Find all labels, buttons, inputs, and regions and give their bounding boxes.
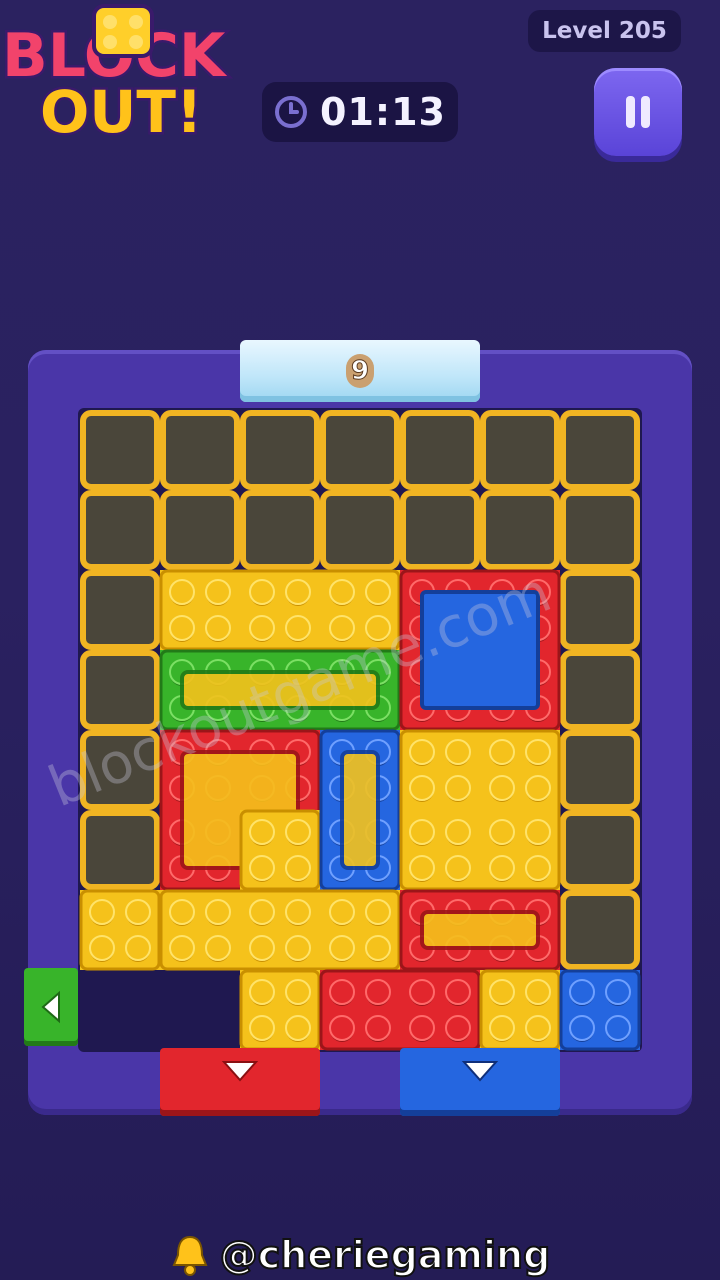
blue-bottom-exit bbox=[400, 1048, 560, 1116]
empty-cell bbox=[560, 570, 640, 650]
empty-cell bbox=[560, 490, 640, 570]
arrow-down-icon bbox=[461, 1061, 499, 1082]
empty-cell bbox=[320, 410, 400, 490]
empty-cell bbox=[80, 490, 160, 570]
block-yellow-small-b[interactable] bbox=[479, 969, 561, 1051]
empty-cell bbox=[160, 410, 240, 490]
creator-handle: @cheriegaming bbox=[219, 1232, 552, 1278]
empty-cell bbox=[240, 490, 320, 570]
empty-cell bbox=[320, 490, 400, 570]
empty-cell bbox=[560, 650, 640, 730]
block-blue-single[interactable] bbox=[559, 969, 641, 1051]
block-yellow-single-left[interactable] bbox=[79, 889, 161, 971]
bell-icon bbox=[172, 1235, 208, 1276]
empty-cell bbox=[80, 410, 160, 490]
block-yellow-bar-bottom[interactable] bbox=[159, 889, 401, 971]
empty-cell bbox=[400, 410, 480, 490]
empty-cell bbox=[160, 490, 240, 570]
empty-cell bbox=[80, 810, 160, 890]
empty-cell bbox=[560, 730, 640, 810]
empty-cell bbox=[560, 890, 640, 970]
empty-cell bbox=[480, 490, 560, 570]
empty-cell bbox=[560, 810, 640, 890]
block-blue-tall[interactable] bbox=[319, 729, 401, 891]
block-yellow-l-piece[interactable] bbox=[239, 809, 321, 891]
arrow-down-icon bbox=[221, 1061, 259, 1082]
empty-cell bbox=[400, 490, 480, 570]
green-left-exit bbox=[24, 968, 78, 1046]
block-yellow-small-a[interactable] bbox=[239, 969, 321, 1051]
empty-cell bbox=[240, 410, 320, 490]
footer: @cheriegaming bbox=[0, 1230, 720, 1280]
red-bottom-exit bbox=[160, 1048, 320, 1116]
block-red-bar-hollow[interactable] bbox=[399, 889, 561, 971]
block-yellow-square-big[interactable] bbox=[399, 729, 561, 891]
arrow-left-icon bbox=[41, 990, 60, 1024]
empty-cell bbox=[80, 570, 160, 650]
empty-cell bbox=[560, 410, 640, 490]
block-red-bar-bottom[interactable] bbox=[319, 969, 481, 1051]
empty-cell bbox=[480, 410, 560, 490]
